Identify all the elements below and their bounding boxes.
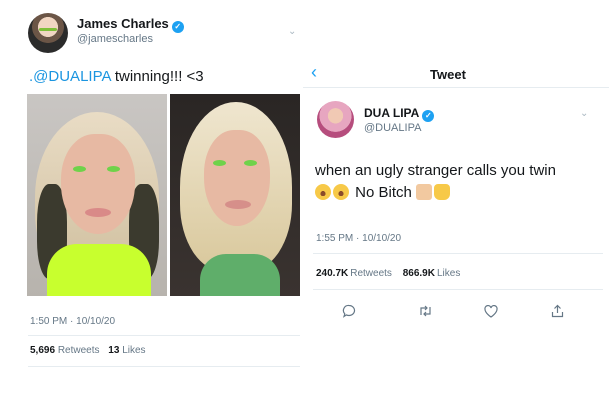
divider [313, 289, 603, 290]
tweet-text: .@DUALIPA twinning!!! <3 [29, 68, 204, 85]
raised-hand-emoji-icon [434, 184, 451, 200]
divider [28, 335, 300, 336]
page-title: Tweet [430, 67, 466, 82]
like-icon[interactable] [481, 301, 501, 321]
mention-link[interactable]: .@DUALIPA [29, 68, 111, 85]
eye-makeup [107, 166, 120, 172]
face [61, 134, 135, 234]
likes-label[interactable]: Likes [122, 345, 145, 356]
timestamp[interactable]: 1:55 PM · 10/10/20 [316, 233, 401, 244]
eye-makeup [213, 160, 226, 166]
retweets-count[interactable]: 240.7K [316, 268, 348, 279]
tweet-text-line: when an ugly stranger calls you twin [315, 162, 556, 179]
tweet-text-line: No Bitch [315, 182, 600, 204]
woman-gesturing-no-emoji-icon [416, 184, 433, 200]
tweet-nav-bar: ‹ Tweet [303, 60, 609, 88]
avatar[interactable] [317, 101, 354, 138]
chevron-down-icon[interactable]: ⌄ [288, 26, 296, 37]
author-handle[interactable]: @jamescharles [77, 33, 153, 45]
retweets-label[interactable]: Retweets [58, 345, 100, 356]
lips [225, 200, 251, 209]
tweet-stats: 240.7K Retweets 866.9K Likes [316, 268, 460, 279]
tweet-stats: 5,696 Retweets 13 Likes [30, 345, 146, 356]
green-top [200, 254, 280, 296]
chevron-down-icon[interactable]: ⌄ [580, 108, 588, 119]
avatar[interactable] [28, 13, 68, 53]
tweet-photo-left[interactable] [27, 94, 167, 296]
divider [28, 366, 300, 367]
timestamp[interactable]: 1:50 PM · 10/10/20 [30, 316, 115, 327]
share-icon[interactable] [547, 301, 567, 321]
retweets-label[interactable]: Retweets [350, 268, 392, 279]
reply-icon[interactable] [339, 301, 359, 321]
author-name[interactable]: James Charles ✓ [77, 16, 184, 33]
author-handle[interactable]: @DUALIPA [364, 122, 421, 134]
verified-badge-icon: ✓ [422, 110, 435, 122]
lips [85, 208, 111, 217]
retweet-icon[interactable] [415, 301, 435, 321]
tweet-text-body: twinning!!! <3 [110, 68, 204, 85]
eye-makeup [73, 166, 86, 172]
laughing-crying-emoji-icon [333, 184, 349, 200]
eye-makeup [244, 160, 257, 166]
left-tweet-panel: James Charles ✓ @jamescharles ⌄ .@DUALIPA… [0, 0, 305, 410]
author-name-text[interactable]: DUA LIPA [364, 106, 419, 120]
likes-label[interactable]: Likes [437, 268, 460, 279]
retweets-count[interactable]: 5,696 [30, 345, 55, 356]
tweet-photo-right[interactable] [170, 94, 300, 296]
likes-count[interactable]: 866.9K [403, 268, 435, 279]
author-name-text[interactable]: James Charles [77, 16, 169, 31]
right-tweet-panel: ‹ Tweet DUA LIPA ✓ @DUALIPA ⌄ when an ugl… [303, 0, 609, 410]
tweet-text-body: No Bitch [355, 184, 412, 201]
left-tweet-header: James Charles ✓ @jamescharles ⌄ [28, 10, 298, 56]
neon-top [47, 244, 151, 296]
tweet-actions [303, 301, 609, 321]
verified-badge-icon: ✓ [171, 21, 184, 33]
face [204, 130, 270, 226]
likes-count[interactable]: 13 [108, 345, 119, 356]
author-name[interactable]: DUA LIPA ✓ [364, 106, 435, 122]
tweet-text: when an ugly stranger calls you twin No … [315, 160, 600, 204]
laughing-crying-emoji-icon [315, 184, 331, 200]
divider [313, 253, 603, 254]
